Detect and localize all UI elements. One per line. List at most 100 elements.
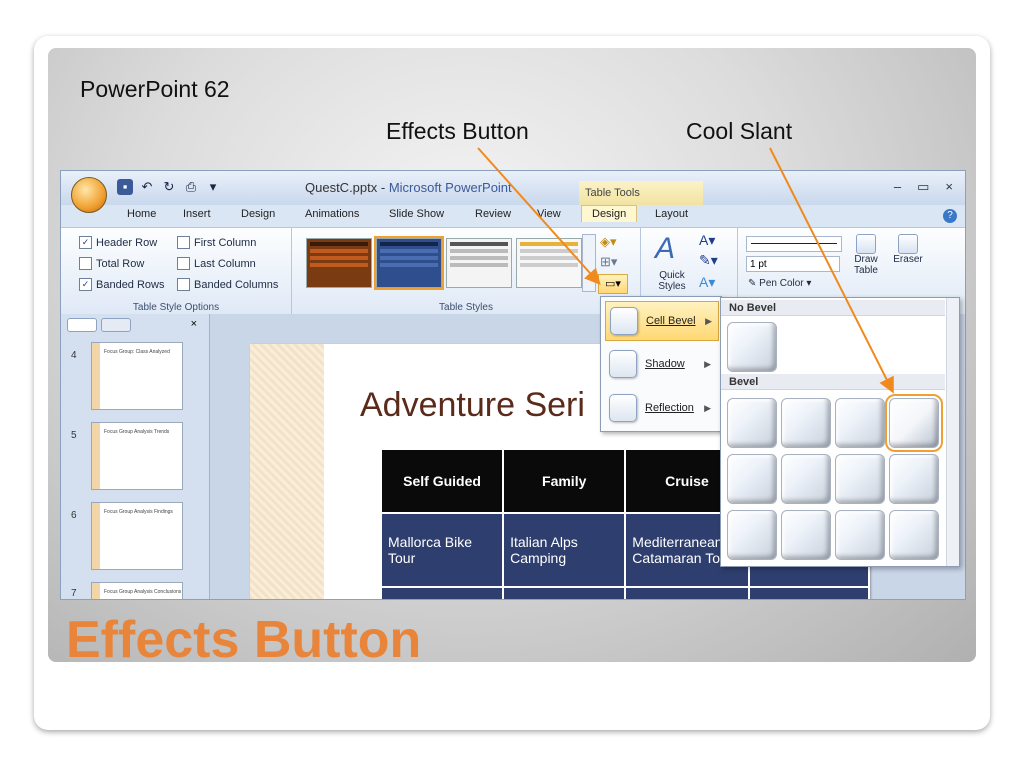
bevel-option-circle[interactable]: [727, 398, 777, 448]
option-banded-rows[interactable]: ✓ Banded Rows: [79, 278, 165, 291]
option-last-column[interactable]: Last Column: [177, 257, 256, 270]
tab-layout[interactable]: Layout: [655, 208, 688, 220]
table-cell[interactable]: [624, 586, 750, 599]
checkbox-checked-icon: ✓: [79, 278, 92, 291]
bevel-option-relaxed-inset[interactable]: [781, 398, 831, 448]
bevel-heading: Bevel: [721, 374, 945, 390]
table-style-swatch-selected[interactable]: [374, 236, 444, 290]
title-bar: ▪ ↶ ↻ ⎙ ▾ QuestC.pptx - Microsoft PowerP…: [61, 171, 965, 213]
slide-title[interactable]: Adventure Seri: [360, 386, 585, 425]
table-header-cell[interactable]: Self Guided: [379, 448, 505, 514]
thumb-number: 7: [71, 588, 77, 599]
table-cell[interactable]: Italian Alps Camping: [502, 512, 627, 588]
tab-insert[interactable]: Insert: [183, 208, 211, 220]
table-cell[interactable]: Mallorca Bike Tour: [379, 512, 505, 588]
redo-icon[interactable]: ↻: [161, 179, 177, 195]
table-cell[interactable]: [502, 586, 627, 599]
option-header-row[interactable]: ✓ Header Row: [79, 236, 157, 249]
callout-cool-slant: Cool Slant: [686, 118, 793, 144]
bevel-option-slope[interactable]: [889, 454, 939, 504]
pen-style-dropdown[interactable]: [746, 236, 842, 252]
option-first-column[interactable]: First Column: [177, 236, 256, 249]
shadow-icon: [609, 350, 637, 378]
slides-tab[interactable]: [67, 318, 97, 332]
draw-table-button[interactable]: Draw Table: [846, 234, 886, 276]
bevel-option-cool-slant[interactable]: [885, 394, 943, 452]
bevel-option-hard-edge[interactable]: [835, 510, 885, 560]
table-style-swatch[interactable]: [446, 238, 512, 288]
slide-thumbnail[interactable]: Focus Group: Class Analyzed: [91, 342, 183, 410]
checkbox-icon: [79, 257, 92, 270]
group-label: Table Styles: [439, 302, 493, 313]
text-fill-icon[interactable]: A▾: [699, 232, 715, 249]
checkbox-icon: [177, 257, 190, 270]
bevel-gallery: No Bevel Bevel: [720, 297, 960, 567]
save-icon[interactable]: ▪: [117, 179, 133, 195]
bevel-option-art-deco[interactable]: [889, 510, 939, 560]
bevel-option-divot[interactable]: [727, 510, 777, 560]
bevel-option-soft-round[interactable]: [781, 454, 831, 504]
shading-icon[interactable]: ◈▾: [600, 234, 617, 250]
slide-heading: Effects Button: [66, 611, 422, 669]
effects-menu: Cell Bevel ▶ Shadow ▶ Reflection ▶: [600, 296, 722, 432]
draw-table-icon: [856, 234, 876, 254]
gallery-scrollbar[interactable]: [946, 298, 959, 566]
tab-slide-show[interactable]: Slide Show: [389, 208, 444, 220]
option-banded-columns[interactable]: Banded Columns: [177, 278, 278, 291]
tab-review[interactable]: Review: [475, 208, 511, 220]
bevel-option-angle[interactable]: [727, 454, 777, 504]
bevel-option-cross[interactable]: [835, 398, 885, 448]
bevel-option-none[interactable]: [727, 322, 777, 372]
minimize-icon[interactable]: –: [894, 179, 901, 195]
menu-item-shadow[interactable]: Shadow ▶: [605, 345, 717, 383]
text-effects-icon[interactable]: A▾: [699, 274, 715, 291]
table-cell[interactable]: [747, 586, 871, 599]
table-cell[interactable]: [379, 586, 505, 599]
close-icon[interactable]: ×: [945, 179, 953, 195]
tab-design[interactable]: Design: [241, 208, 275, 220]
ribbon-tabs: Home Insert Design Animations Slide Show…: [61, 205, 965, 227]
slide-thumbnail[interactable]: Focus Group Analysis Trends: [91, 422, 183, 490]
outline-tab[interactable]: [101, 318, 132, 332]
table-header-cell[interactable]: Family: [502, 448, 627, 514]
slide-thumbnail[interactable]: Focus Group Analysis Conclusions: [91, 582, 183, 599]
menu-item-reflection[interactable]: Reflection ▶: [605, 389, 717, 427]
submenu-arrow-icon: ▶: [704, 358, 711, 369]
tab-view[interactable]: View: [537, 208, 561, 220]
cell-bevel-icon: [610, 307, 638, 335]
undo-icon[interactable]: ↶: [139, 179, 155, 195]
tab-table-design[interactable]: Design: [581, 205, 638, 222]
checkbox-checked-icon: ✓: [79, 236, 92, 249]
option-total-row[interactable]: Total Row: [79, 257, 144, 270]
quick-styles-button[interactable]: Quick Styles: [647, 270, 697, 292]
maximize-icon[interactable]: ▭: [917, 179, 929, 195]
slides-pane: × 4 Focus Group: Class Analyzed 5 Focus …: [61, 314, 210, 599]
help-icon[interactable]: ?: [943, 209, 957, 223]
close-pane-icon[interactable]: ×: [191, 318, 197, 330]
print-preview-icon[interactable]: ⎙: [183, 179, 199, 195]
bevel-option-riblet[interactable]: [781, 510, 831, 560]
effects-button[interactable]: ▭▾: [598, 274, 628, 294]
reflection-icon: [609, 394, 637, 422]
window-title: QuestC.pptx - Microsoft PowerPoint: [305, 180, 512, 195]
table-style-swatch[interactable]: [516, 238, 582, 288]
table-style-options-group: ✓ Header Row First Column Total Row Last …: [61, 228, 292, 314]
table-style-swatch[interactable]: [306, 238, 372, 288]
callout-effects-button: Effects Button: [386, 118, 529, 144]
tab-home[interactable]: Home: [127, 208, 156, 220]
customize-qat-icon[interactable]: ▾: [205, 179, 221, 195]
pen-weight-dropdown[interactable]: 1 pt: [746, 256, 840, 272]
eraser-button[interactable]: Eraser: [888, 234, 928, 265]
wordart-icon: A: [655, 232, 676, 265]
gallery-scroll[interactable]: [582, 234, 596, 292]
thumb-number: 5: [71, 430, 77, 441]
submenu-arrow-icon: ▶: [705, 315, 712, 326]
borders-icon[interactable]: ⊞▾: [600, 254, 617, 270]
bevel-option-convex[interactable]: [835, 454, 885, 504]
submenu-arrow-icon: ▶: [704, 402, 711, 413]
pen-color-button[interactable]: ✎ Pen Color ▾: [748, 278, 811, 289]
text-outline-icon[interactable]: ✎▾: [699, 252, 718, 269]
slide-thumbnail[interactable]: Focus Group Analysis Findings: [91, 502, 183, 570]
menu-item-cell-bevel[interactable]: Cell Bevel ▶: [605, 301, 719, 341]
tab-animations[interactable]: Animations: [305, 208, 359, 220]
